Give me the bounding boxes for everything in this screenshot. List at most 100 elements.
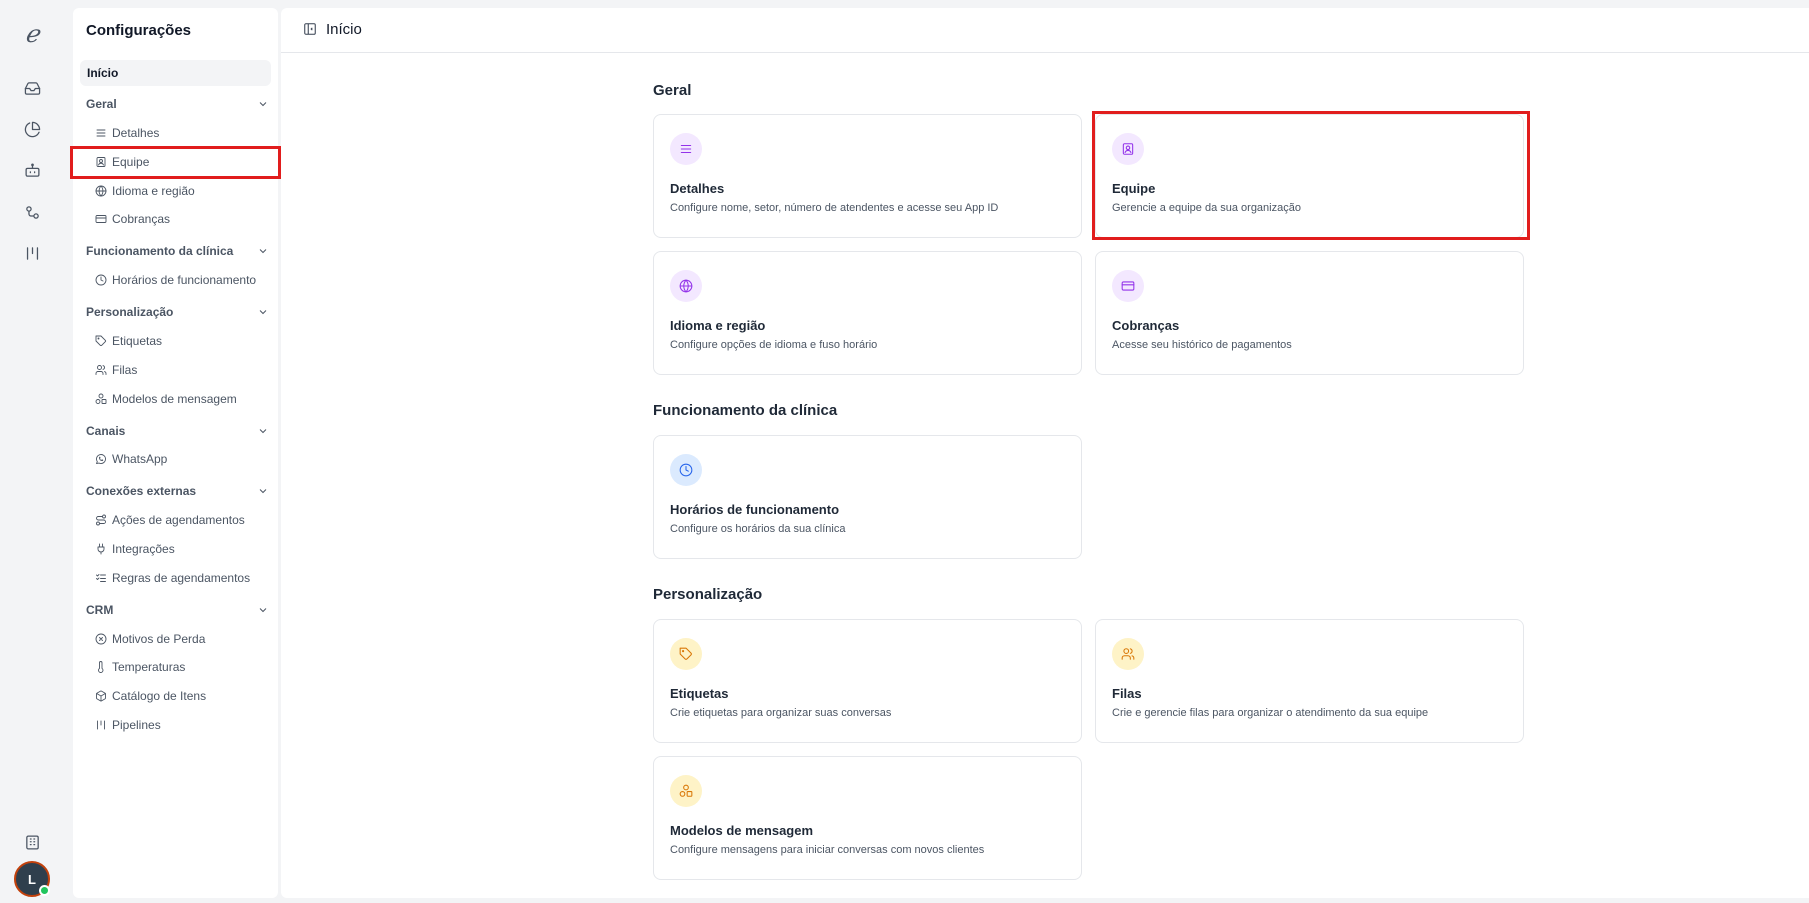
building-icon[interactable]: [20, 830, 44, 854]
sidebar-item-label: Integrações: [112, 542, 175, 556]
credit-card-icon: [95, 215, 107, 223]
route-icon: [96, 514, 106, 526]
card-description: Configure mensagens para iniciar convers…: [670, 844, 985, 856]
card-title: Equipe: [1112, 181, 1156, 196]
sidebar-item-label: Idioma e região: [112, 184, 195, 198]
card-filas[interactable]: Filas Crie e gerencie filas para organiz…: [1095, 619, 1524, 743]
main-content: Início Geral Detalhes Configure nome, se…: [281, 8, 1809, 898]
whatsapp-icon: [96, 454, 106, 464]
card-title: Filas: [1112, 686, 1142, 701]
connections-icon[interactable]: [20, 200, 44, 224]
globe-icon: [95, 185, 107, 197]
inbox-icon[interactable]: [20, 76, 44, 100]
sidebar-item-cobrancas[interactable]: Cobranças: [95, 209, 170, 229]
section-title-funcionamento: Funcionamento da clínica: [653, 402, 838, 419]
group-label: Canais: [86, 424, 126, 438]
group-funcionamento[interactable]: Funcionamento da clínica: [86, 241, 271, 261]
card-description: Configure os horários da sua clínica: [670, 523, 846, 535]
sidebar-item-whatsapp[interactable]: WhatsApp: [95, 449, 167, 469]
chevron-down-icon: [259, 608, 267, 613]
card-horarios[interactable]: Horários de funcionamento Configure os h…: [653, 435, 1082, 559]
group-label: Geral: [86, 97, 117, 111]
section-title-geral: Geral: [653, 82, 692, 99]
thermometer-icon: [98, 661, 104, 673]
app-rail: ℯ L: [0, 0, 64, 903]
sidebar-item-label: Temperaturas: [112, 660, 186, 674]
x-circle-icon: [95, 633, 107, 645]
card-title: Detalhes: [670, 181, 725, 196]
card-equipe[interactable]: Equipe Gerencie a equipe da sua organiza…: [1095, 114, 1524, 238]
pipeline-icon[interactable]: [20, 241, 44, 265]
sidebar-item-label: Horários de funcionamento: [112, 273, 257, 287]
chevron-down-icon: [259, 310, 267, 315]
sidebar-item-label: Ações de agendamentos: [112, 513, 245, 527]
chevron-down-icon: [259, 429, 267, 434]
package-icon: [96, 690, 106, 702]
sidebar-item-label: Detalhes: [112, 126, 160, 140]
sidebar-item-detalhes[interactable]: Detalhes: [95, 123, 159, 143]
tag-icon: [95, 335, 107, 347]
sidebar-item-temperaturas[interactable]: Temperaturas: [95, 657, 185, 677]
group-conexoes[interactable]: Conexões externas: [86, 481, 271, 501]
sidebar-item-label: Pipelines: [112, 718, 161, 732]
card-title: Cobranças: [1112, 318, 1180, 333]
bot-icon[interactable]: [20, 158, 44, 182]
sidebar-item-label: Etiquetas: [112, 334, 163, 348]
card-idioma-regiao[interactable]: Idioma e região Configure opções de idio…: [653, 251, 1082, 375]
group-geral[interactable]: Geral: [86, 94, 271, 114]
page-title: Início: [326, 21, 362, 38]
logo[interactable]: ℯ: [18, 20, 46, 48]
sidebar-item-label: Modelos de mensagem: [112, 392, 237, 406]
sidebar-item-acoes[interactable]: Ações de agendamentos: [95, 510, 245, 530]
sidebar-toggle-icon[interactable]: [303, 22, 317, 36]
pipeline-icon: [97, 720, 105, 730]
card-description: Configure opções de idioma e fuso horári…: [670, 339, 878, 351]
card-modelos-mensagem[interactable]: Modelos de mensagem Configure mensagens …: [653, 756, 1082, 880]
group-label: Funcionamento da clínica: [86, 244, 234, 258]
sidebar-item-catalogo[interactable]: Catálogo de Itens: [95, 686, 206, 706]
settings-sidebar: Configurações Início Geral Detalhes Equi…: [73, 8, 278, 898]
clock-icon: [670, 454, 702, 486]
sidebar-item-horarios[interactable]: Horários de funcionamento: [95, 270, 256, 290]
credit-card-icon: [1112, 270, 1144, 302]
tag-icon: [670, 638, 702, 670]
sidebar-title: Configurações: [86, 22, 192, 39]
sidebar-item-pipelines[interactable]: Pipelines: [95, 715, 161, 735]
group-label: Conexões externas: [86, 484, 197, 498]
sidebar-item-idioma[interactable]: Idioma e região: [95, 181, 195, 201]
sidebar-item-label: Motivos de Perda: [112, 632, 206, 646]
group-crm[interactable]: CRM: [86, 600, 271, 620]
list-icon: [670, 133, 702, 165]
sidebar-item-label: Catálogo de Itens: [112, 689, 207, 703]
sidebar-item-filas[interactable]: Filas: [95, 360, 137, 380]
card-etiquetas[interactable]: Etiquetas Crie etiquetas para organizar …: [653, 619, 1082, 743]
group-label: Personalização: [86, 305, 174, 319]
card-detalhes[interactable]: Detalhes Configure nome, setor, número d…: [653, 114, 1082, 238]
card-description: Crie etiquetas para organizar suas conve…: [670, 707, 892, 719]
users-icon: [95, 365, 107, 375]
card-cobrancas[interactable]: Cobranças Acesse seu histórico de pagame…: [1095, 251, 1524, 375]
chevron-down-icon: [259, 489, 267, 494]
sidebar-item-regras[interactable]: Regras de agendamentos: [95, 568, 250, 588]
user-avatar[interactable]: L: [14, 861, 50, 897]
clock-icon: [95, 274, 107, 286]
sidebar-item-label: WhatsApp: [112, 452, 168, 466]
online-status-dot: [39, 885, 50, 896]
sidebar-item-modelos[interactable]: Modelos de mensagem: [95, 389, 237, 409]
chevron-down-icon: [259, 249, 267, 254]
sidebar-item-motivos[interactable]: Motivos de Perda: [95, 629, 205, 649]
id-badge-icon: [1112, 133, 1144, 165]
card-description: Acesse seu histórico de pagamentos: [1112, 339, 1292, 351]
sidebar-item-etiquetas[interactable]: Etiquetas: [95, 331, 162, 351]
top-bar: Início: [281, 8, 1809, 53]
sidebar-item-integracoes[interactable]: Integrações: [95, 539, 175, 559]
card-title: Idioma e região: [670, 318, 766, 333]
sidebar-item-inicio[interactable]: Início: [80, 60, 271, 86]
card-title: Horários de funcionamento: [670, 502, 840, 517]
sidebar-item-equipe[interactable]: Equipe: [95, 152, 149, 172]
list-checks-icon: [96, 574, 106, 582]
chevron-down-icon: [259, 102, 267, 107]
group-canais[interactable]: Canais: [86, 421, 271, 441]
group-personalizacao[interactable]: Personalização: [86, 302, 271, 322]
chart-pie-icon[interactable]: [20, 117, 44, 141]
